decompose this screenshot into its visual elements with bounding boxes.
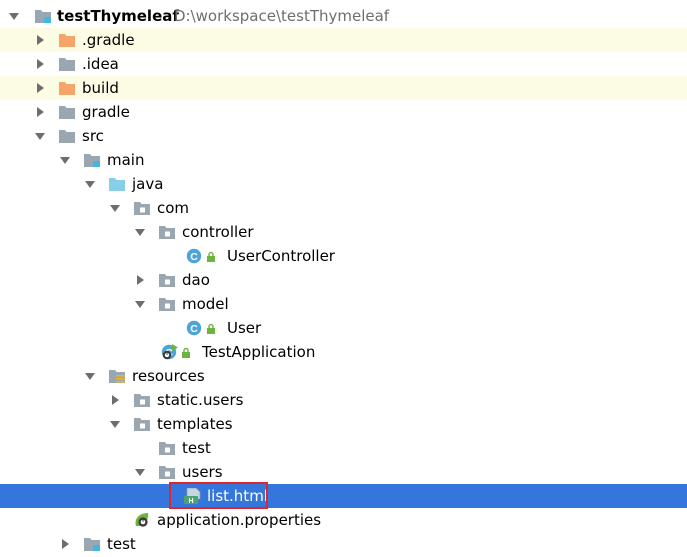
package-icon	[158, 296, 176, 312]
spring-properties-icon	[133, 512, 151, 528]
chevron-right-icon[interactable]	[35, 59, 45, 69]
tree-item-label: test	[107, 535, 136, 553]
tree-item-label: dao	[182, 271, 210, 289]
chevron-down-icon[interactable]	[85, 179, 95, 189]
tree-item-label: .gradle	[82, 31, 135, 49]
chevron-down-icon[interactable]	[85, 371, 95, 381]
module-folder-icon	[83, 152, 101, 168]
tree-item-label: gradle	[82, 103, 130, 121]
module-folder-icon	[83, 536, 101, 552]
chevron-down-icon[interactable]	[60, 155, 70, 165]
java-class-icon	[186, 248, 204, 264]
package-icon	[158, 464, 176, 480]
tree-row-build[interactable]: build	[0, 76, 687, 100]
tree-row-dao[interactable]: dao	[0, 268, 687, 292]
chevron-down-icon[interactable]	[135, 299, 145, 309]
project-name: testThymeleaf	[57, 7, 179, 25]
tree-item-label: UserController	[227, 247, 335, 265]
package-icon	[158, 440, 176, 456]
chevron-down-icon[interactable]	[135, 227, 145, 237]
tree-item-label: com	[157, 199, 190, 217]
tree-row-resources[interactable]: resources	[0, 364, 687, 388]
package-icon	[133, 200, 151, 216]
chevron-down-icon[interactable]	[135, 467, 145, 477]
tree-row-java[interactable]: java	[0, 172, 687, 196]
tree-item-label: main	[107, 151, 145, 169]
lock-icon	[181, 347, 191, 359]
chevron-right-icon[interactable]	[35, 35, 45, 45]
tree-item-label: application.properties	[157, 511, 322, 529]
html-file-icon	[183, 488, 201, 504]
tree-row-static-users[interactable]: static.users	[0, 388, 687, 412]
project-path: D:\workspace\testThymeleaf	[174, 7, 390, 25]
package-icon	[158, 224, 176, 240]
chevron-right-icon[interactable]	[60, 539, 70, 549]
tree-item-label: java	[132, 175, 164, 193]
java-class-icon	[186, 320, 204, 336]
folder-icon	[58, 128, 76, 144]
tree-row-application-properties[interactable]: application.properties	[0, 508, 687, 532]
tree-item-label: list.html	[207, 487, 268, 505]
tree-row-idea[interactable]: .idea	[0, 52, 687, 76]
tree-row-src-test[interactable]: test	[0, 532, 687, 556]
tree-row-controller[interactable]: controller	[0, 220, 687, 244]
chevron-down-icon[interactable]	[9, 11, 19, 21]
tree-row-testapplication[interactable]: TestApplication	[0, 340, 687, 364]
tree-item-label: TestApplication	[202, 343, 316, 361]
tree-row-model[interactable]: model	[0, 292, 687, 316]
source-folder-icon	[108, 176, 126, 192]
chevron-down-icon[interactable]	[35, 131, 45, 141]
folder-icon	[58, 56, 76, 72]
tree-row-src[interactable]: src	[0, 124, 687, 148]
resources-folder-icon	[108, 368, 126, 384]
tree-row-users[interactable]: users	[0, 460, 687, 484]
tree-row-usercontroller[interactable]: UserController	[0, 244, 687, 268]
tree-item-label: src	[82, 127, 104, 145]
lock-icon	[206, 323, 216, 335]
excluded-folder-icon	[58, 80, 76, 96]
lock-icon	[206, 251, 216, 263]
tree-item-label: resources	[132, 367, 205, 385]
chevron-down-icon[interactable]	[110, 203, 120, 213]
tree-row-list-html[interactable]: list.html	[0, 484, 687, 508]
tree-item-label: test	[182, 439, 211, 457]
tree-item-label: model	[182, 295, 229, 313]
chevron-right-icon[interactable]	[110, 395, 120, 405]
tree-item-label: .idea	[82, 55, 119, 73]
tree-item-label: build	[82, 79, 119, 97]
chevron-right-icon[interactable]	[135, 275, 145, 285]
tree-row-com[interactable]: com	[0, 196, 687, 220]
package-icon	[133, 416, 151, 432]
folder-icon	[58, 104, 76, 120]
chevron-right-icon[interactable]	[35, 107, 45, 117]
module-folder-icon	[34, 8, 52, 24]
package-icon	[158, 272, 176, 288]
tree-item-label: templates	[157, 415, 233, 433]
tree-row-user[interactable]: User	[0, 316, 687, 340]
tree-item-label: User	[227, 319, 262, 337]
tree-row-templates[interactable]: templates	[0, 412, 687, 436]
spring-boot-icon	[161, 344, 179, 360]
tree-item-label: users	[182, 463, 223, 481]
package-icon	[133, 392, 151, 408]
tree-row-main[interactable]: main	[0, 148, 687, 172]
tree-item-label: controller	[182, 223, 254, 241]
tree-row-root[interactable]: testThymeleaf D:\workspace\testThymeleaf	[0, 4, 687, 28]
tree-row-gradle[interactable]: gradle	[0, 100, 687, 124]
excluded-folder-icon	[58, 32, 76, 48]
tree-row-gradle-cache[interactable]: .gradle	[0, 28, 687, 52]
tree-row-templates-test[interactable]: test	[0, 436, 687, 460]
chevron-down-icon[interactable]	[110, 419, 120, 429]
project-tree: testThymeleaf D:\workspace\testThymeleaf…	[0, 4, 687, 556]
tree-item-label: static.users	[157, 391, 244, 409]
chevron-right-icon[interactable]	[35, 83, 45, 93]
